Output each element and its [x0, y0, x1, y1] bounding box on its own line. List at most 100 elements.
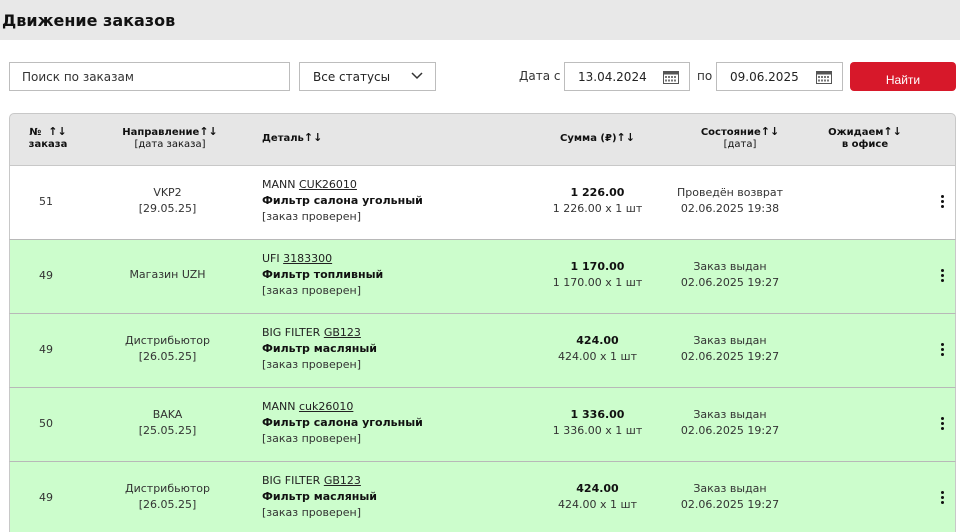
part-name: Фильтр салона угольный — [262, 194, 423, 207]
sum-quantity: 1 226.00 x 1 шт — [552, 202, 643, 215]
sort-icon[interactable]: ↑↓ — [761, 125, 779, 138]
table-row[interactable]: 49 Дистрибьютор [26.05.25] BIG FILTER GB… — [9, 314, 956, 388]
sort-icon[interactable]: ↑↓ — [883, 125, 901, 138]
direction-name: BAKA — [152, 408, 183, 421]
order-direction: VKP2 [29.05.25] — [100, 185, 235, 217]
search-input[interactable] — [9, 62, 290, 91]
direction-name: VKP2 — [153, 186, 182, 199]
chevron-down-icon — [411, 72, 423, 80]
part-code-link[interactable]: cuk26010 — [299, 400, 353, 413]
table-row[interactable]: 49 Дистрибьютор [26.05.25] BIG FILTER GB… — [9, 462, 956, 532]
column-header-state[interactable]: Состояние↑↓ [дата] — [680, 126, 800, 151]
order-sum: 1 226.00 1 226.00 x 1 шт — [530, 185, 665, 217]
part-brand: UFI — [262, 252, 280, 265]
order-check-note: [заказ проверен] — [262, 358, 361, 371]
direction-name: Дистрибьютор — [125, 482, 210, 495]
order-state: Заказ выдан 02.06.2025 19:27 — [665, 407, 795, 439]
column-header-number[interactable]: № ↑↓ заказа — [20, 126, 76, 151]
kebab-menu-icon[interactable] — [940, 417, 944, 433]
order-detail: BIG FILTER GB123 Фильтр масляный [заказ … — [262, 325, 502, 373]
part-code-link[interactable]: CUK26010 — [299, 178, 357, 191]
sort-icon[interactable]: ↑↓ — [199, 125, 217, 138]
table-row[interactable]: 51 VKP2 [29.05.25] MANN CUK26010 Фильтр … — [9, 166, 956, 240]
table-header: № ↑↓ заказа Направление↑↓ [дата заказа] … — [9, 113, 956, 166]
date-from-value: 13.04.2024 — [578, 70, 647, 84]
date-from-field[interactable]: 13.04.2024 — [564, 62, 690, 91]
state-text: Заказ выдан — [693, 408, 767, 421]
sum-total: 1 170.00 — [570, 260, 625, 273]
order-check-note: [заказ проверен] — [262, 432, 361, 445]
order-state: Заказ выдан 02.06.2025 19:27 — [665, 333, 795, 365]
order-detail: MANN cuk26010 Фильтр салона угольный [за… — [262, 399, 502, 447]
calendar-icon[interactable] — [663, 70, 679, 84]
sum-quantity: 1 170.00 x 1 шт — [552, 276, 643, 289]
direction-name: Дистрибьютор — [125, 334, 210, 347]
part-name: Фильтр топливный — [262, 268, 384, 281]
order-check-note: [заказ проверен] — [262, 210, 361, 223]
part-brand: MANN — [262, 178, 296, 191]
part-brand: BIG FILTER — [262, 474, 321, 487]
table-body: 51 VKP2 [29.05.25] MANN CUK26010 Фильтр … — [9, 166, 956, 532]
direction-date: [29.05.25] — [138, 202, 197, 215]
sum-quantity: 1 336.00 x 1 шт — [552, 424, 643, 437]
find-button[interactable]: Найти — [850, 62, 956, 91]
direction-date: [25.05.25] — [138, 424, 197, 437]
state-text: Проведён возврат — [677, 186, 783, 199]
sort-icon[interactable]: ↑↓ — [304, 131, 322, 144]
kebab-menu-icon[interactable] — [940, 343, 944, 359]
page-title: Движение заказов — [2, 11, 176, 30]
order-detail: MANN CUK26010 Фильтр салона угольный [за… — [262, 177, 502, 225]
state-date: 02.06.2025 19:27 — [680, 424, 780, 437]
order-sum: 424.00 424.00 x 1 шт — [530, 333, 665, 365]
date-to-value: 09.06.2025 — [730, 70, 799, 84]
date-to-label: по — [697, 69, 713, 83]
state-date: 02.06.2025 19:38 — [680, 202, 780, 215]
sort-icon[interactable]: ↑↓ — [617, 131, 635, 144]
state-text: Заказ выдан — [693, 334, 767, 347]
table-row[interactable]: 49 Магазин UZH UFI 3183300 Фильтр топлив… — [9, 240, 956, 314]
orders-table: № ↑↓ заказа Направление↑↓ [дата заказа] … — [9, 113, 956, 532]
status-select-value: Все статусы — [313, 70, 391, 84]
order-state: Заказ выдан 02.06.2025 19:27 — [665, 481, 795, 513]
part-code-link[interactable]: GB123 — [324, 474, 361, 487]
calendar-icon[interactable] — [816, 70, 832, 84]
filter-bar: Все статусы Дата с 13.04.2024 по 09.06.2… — [0, 62, 960, 92]
order-state: Заказ выдан 02.06.2025 19:27 — [665, 259, 795, 291]
direction-date: [26.05.25] — [138, 498, 197, 511]
direction-date: [26.05.25] — [138, 350, 197, 363]
order-state: Проведён возврат 02.06.2025 19:38 — [665, 185, 795, 217]
part-name: Фильтр масляный — [262, 342, 378, 355]
state-date: 02.06.2025 19:27 — [680, 350, 780, 363]
date-from-label: Дата с — [519, 69, 561, 83]
order-number: 49 — [39, 269, 53, 282]
column-header-sum[interactable]: Сумма (₽)↑↓ — [560, 132, 635, 145]
part-code-link[interactable]: 3183300 — [283, 252, 332, 265]
part-name: Фильтр салона угольный — [262, 416, 423, 429]
part-code-link[interactable]: GB123 — [324, 326, 361, 339]
order-direction: Дистрибьютор [26.05.25] — [100, 481, 235, 513]
column-header-waiting[interactable]: Ожидаем↑↓ в офисе — [820, 126, 910, 151]
order-number: 51 — [39, 195, 53, 208]
date-to-field[interactable]: 09.06.2025 — [716, 62, 843, 91]
sum-quantity: 424.00 x 1 шт — [558, 350, 637, 363]
sum-total: 424.00 — [576, 482, 619, 495]
column-header-direction[interactable]: Направление↑↓ [дата заказа] — [110, 126, 230, 151]
table-row[interactable]: 50 BAKA [25.05.25] MANN cuk26010 Фильтр … — [9, 388, 956, 462]
order-sum: 424.00 424.00 x 1 шт — [530, 481, 665, 513]
kebab-menu-icon[interactable] — [940, 195, 944, 211]
kebab-menu-icon[interactable] — [940, 491, 944, 507]
order-number: 49 — [39, 491, 53, 504]
order-number: 50 — [39, 417, 53, 430]
sort-icon[interactable]: ↑↓ — [48, 125, 66, 138]
order-detail: UFI 3183300 Фильтр топливный [заказ пров… — [262, 251, 502, 299]
part-brand: BIG FILTER — [262, 326, 321, 339]
column-header-detail[interactable]: Деталь↑↓ — [262, 132, 322, 145]
state-date: 02.06.2025 19:27 — [680, 276, 780, 289]
status-select[interactable]: Все статусы — [299, 62, 436, 91]
state-text: Заказ выдан — [693, 482, 767, 495]
sum-total: 424.00 — [576, 334, 619, 347]
kebab-menu-icon[interactable] — [940, 269, 944, 285]
order-direction: Магазин UZH — [100, 267, 235, 283]
state-text: Заказ выдан — [693, 260, 767, 273]
order-direction: Дистрибьютор [26.05.25] — [100, 333, 235, 365]
